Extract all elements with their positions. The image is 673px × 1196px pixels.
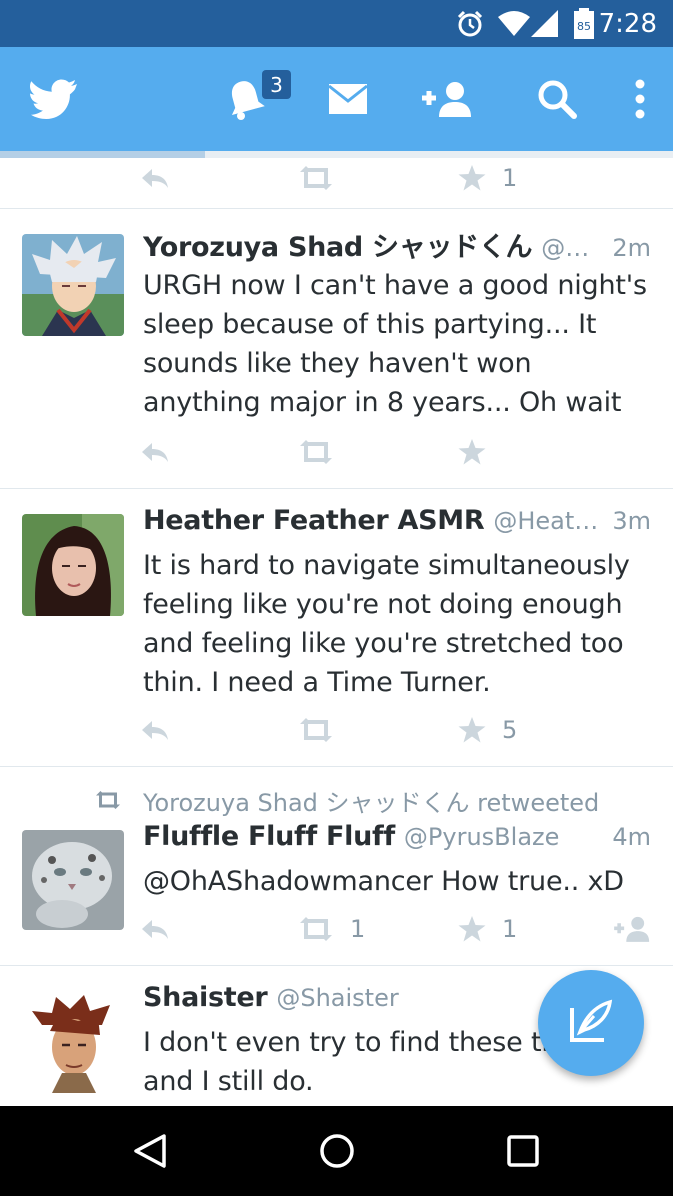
- reply-button[interactable]: [140, 158, 170, 198]
- retweet-button[interactable]: [298, 432, 334, 472]
- author-name[interactable]: Yorozuya Shad シャッドくん: [143, 225, 533, 264]
- author-handle[interactable]: @Shaister: [276, 984, 553, 1012]
- avatar[interactable]: [22, 514, 124, 616]
- tweet-card[interactable]: Yorozuya Shad シャッドくん @O... 2m URGH now I…: [0, 209, 673, 488]
- tweet-header: Heather Feather ASMR @HeathFe... 3m: [143, 505, 651, 545]
- author-name[interactable]: Fluffle Fluff Fluff: [143, 821, 395, 852]
- home-icon[interactable]: [292, 1106, 382, 1196]
- avatar[interactable]: [22, 991, 124, 1093]
- timeline[interactable]: 1 Yorozuya Shad シャッドくん @O... 2m URGH now…: [0, 158, 673, 1106]
- status-time: 7:28: [598, 8, 657, 39]
- partial-tweet-actions: 1: [140, 158, 660, 198]
- avatar[interactable]: [22, 830, 124, 930]
- status-bar: 85 7:28: [0, 0, 673, 47]
- notifications-bell-icon[interactable]: [220, 47, 270, 151]
- signal-icon: [531, 0, 559, 47]
- wifi-icon: [497, 0, 531, 47]
- favorite-button[interactable]: 5: [458, 710, 517, 750]
- tweet-card[interactable]: Heather Feather ASMR @HeathFe... 3m It i…: [0, 489, 673, 766]
- tweet-header: Yorozuya Shad シャッドくん @O... 2m: [143, 225, 651, 265]
- favorites-count: 1: [502, 164, 518, 192]
- overflow-menu-icon[interactable]: [626, 47, 654, 151]
- author-name[interactable]: Shaister: [143, 982, 268, 1013]
- retweets-count: 1: [350, 915, 366, 943]
- retweeted-by-line: Yorozuya Shad シャッドくん retweeted: [94, 782, 599, 818]
- tweet-actions: 5: [140, 710, 660, 750]
- compose-tweet-button[interactable]: [538, 970, 644, 1076]
- tab-indicator-home: [0, 151, 205, 158]
- messages-envelope-icon[interactable]: [326, 47, 370, 151]
- notification-badge: 3: [262, 70, 291, 99]
- tweet-card[interactable]: Yorozuya Shad シャッドくん retweeted Fluffle F…: [0, 767, 673, 965]
- author-handle[interactable]: @HeathFe...: [493, 507, 598, 535]
- favorite-button[interactable]: 1: [458, 158, 517, 198]
- reply-button[interactable]: [140, 710, 170, 750]
- favorites-count: 1: [502, 915, 518, 943]
- battery-icon: 85: [573, 0, 595, 47]
- tweet-actions: [140, 432, 660, 472]
- alarm-icon: [455, 0, 485, 47]
- tweet-time: 4m: [612, 823, 651, 851]
- tweet-time: 3m: [612, 507, 651, 535]
- favorite-button[interactable]: 1: [458, 909, 517, 949]
- twitter-bird-icon[interactable]: [28, 47, 80, 151]
- tweet-time: 2m: [612, 234, 651, 262]
- avatar[interactable]: [22, 234, 124, 336]
- retweet-button[interactable]: [298, 158, 334, 198]
- tweet-text: @OhAShadowmancer How true.. xD: [143, 866, 624, 897]
- search-icon[interactable]: [535, 47, 579, 151]
- app-bar: 3: [0, 47, 673, 151]
- tweet-text: URGH now I can't have a good night's sle…: [143, 270, 647, 418]
- favorite-button[interactable]: [458, 432, 486, 472]
- tweet-text: It is hard to navigate simultaneously fe…: [143, 550, 630, 698]
- battery-level: 85: [577, 20, 591, 33]
- recents-icon[interactable]: [478, 1106, 568, 1196]
- author-handle[interactable]: @PyrusBlaze: [404, 823, 598, 851]
- retweeted-by-text[interactable]: Yorozuya Shad シャッドくん retweeted: [143, 783, 599, 818]
- retweet-button[interactable]: 1: [298, 909, 365, 949]
- navigation-bar: [0, 1106, 673, 1196]
- author-name[interactable]: Heather Feather ASMR: [143, 505, 485, 536]
- retweet-icon: [94, 791, 124, 809]
- add-user-icon[interactable]: [418, 47, 476, 151]
- retweet-button[interactable]: [298, 710, 334, 750]
- follow-user-button[interactable]: [612, 909, 652, 949]
- compose-tweet-icon: [568, 998, 614, 1049]
- reply-button[interactable]: [140, 909, 170, 949]
- back-icon[interactable]: [105, 1106, 195, 1196]
- favorites-count: 5: [502, 716, 518, 744]
- tweet-header: Shaister @Shaister: [143, 982, 553, 1022]
- author-handle[interactable]: @O...: [541, 234, 598, 262]
- reply-button[interactable]: [140, 432, 170, 472]
- tweet-actions: 1 1: [140, 909, 660, 949]
- tweet-header: Fluffle Fluff Fluff @PyrusBlaze 4m: [143, 821, 651, 861]
